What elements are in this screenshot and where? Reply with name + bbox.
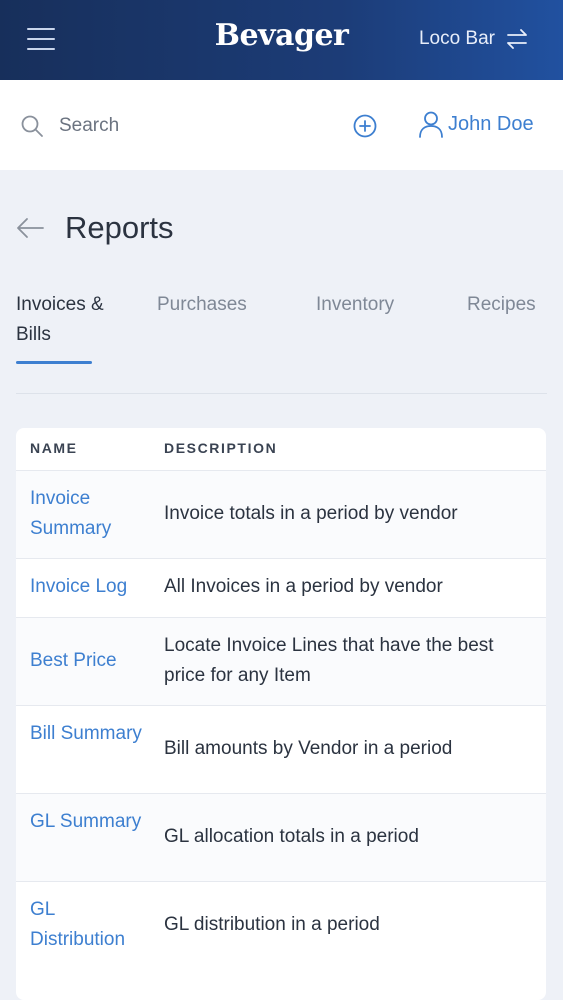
user-menu[interactable]: John Doe xyxy=(418,110,534,138)
table-row[interactable]: Invoice Log All Invoices in a period by … xyxy=(16,559,546,618)
user-name: John Doe xyxy=(448,112,534,135)
search-input[interactable] xyxy=(57,110,301,142)
tab-purchases[interactable]: Purchases xyxy=(157,290,247,320)
tab-invoices-bills[interactable]: Invoices & Bills xyxy=(16,290,106,364)
plus-circle-icon[interactable] xyxy=(352,113,378,139)
venue-switcher[interactable]: Loco Bar xyxy=(419,28,529,50)
report-link-invoice-log[interactable]: Invoice Log xyxy=(30,572,150,602)
switch-arrows-icon xyxy=(507,29,527,49)
column-header-name: NAME xyxy=(30,440,78,456)
report-description: Locate Invoice Lines that have the best … xyxy=(164,635,494,686)
report-description: All Invoices in a period by vendor xyxy=(164,576,443,597)
tab-recipes[interactable]: Recipes xyxy=(467,290,536,320)
page-header: Reports xyxy=(16,210,174,246)
arrow-left-icon[interactable] xyxy=(16,217,44,239)
search-bar: John Doe xyxy=(0,80,563,170)
table-row[interactable]: Bill Summary Bill amounts by Vendor in a… xyxy=(16,706,546,794)
report-link-gl-summary[interactable]: GL Summary xyxy=(30,807,150,837)
tab-inventory[interactable]: Inventory xyxy=(316,290,394,320)
report-link-best-price[interactable]: Best Price xyxy=(30,646,150,676)
user-icon xyxy=(419,111,443,138)
report-tabs: Invoices & Bills Purchases Inventory Rec… xyxy=(16,290,547,394)
table-body: Invoice Summary Invoice totals in a peri… xyxy=(16,471,546,969)
reports-table: NAME DESCRIPTION Invoice Summary Invoice… xyxy=(16,428,546,1000)
venue-name: Loco Bar xyxy=(418,28,495,49)
top-bar: Bevager Loco Bar xyxy=(0,0,563,80)
report-link-invoice-summary[interactable]: Invoice Summary xyxy=(30,484,150,544)
search-icon xyxy=(21,115,43,137)
column-header-description: DESCRIPTION xyxy=(164,440,278,456)
report-description: Bill amounts by Vendor in a period xyxy=(164,738,453,759)
report-link-bill-summary[interactable]: Bill Summary xyxy=(30,719,150,749)
table-row[interactable]: GL Distribution GL distribution in a per… xyxy=(16,882,546,969)
table-row[interactable]: GL Summary GL allocation totals in a per… xyxy=(16,794,546,882)
page-title: Reports xyxy=(65,210,174,245)
report-link-gl-distribution[interactable]: GL Distribution xyxy=(30,895,150,955)
report-description: Invoice totals in a period by vendor xyxy=(164,503,458,524)
table-row[interactable]: Invoice Summary Invoice totals in a peri… xyxy=(16,471,546,559)
table-row[interactable]: Best Price Locate Invoice Lines that hav… xyxy=(16,618,546,706)
table-header: NAME DESCRIPTION xyxy=(16,428,546,471)
report-description: GL distribution in a period xyxy=(164,914,380,935)
report-description: GL allocation totals in a period xyxy=(164,826,419,847)
